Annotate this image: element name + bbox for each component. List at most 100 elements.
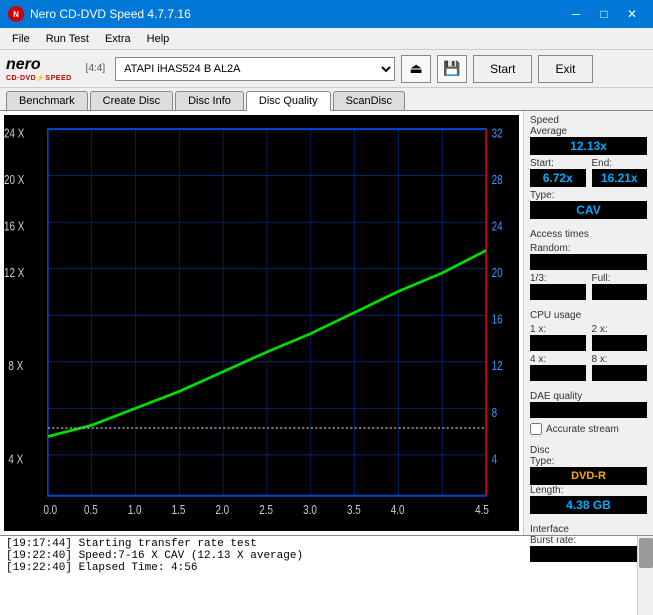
access-full-value — [592, 284, 648, 300]
svg-text:12: 12 — [492, 360, 503, 373]
minimize-button[interactable]: ─ — [563, 4, 589, 24]
disc-length-value: 4.38 GB — [530, 496, 647, 514]
start-button[interactable]: Start — [473, 55, 532, 83]
cpu-8x-label: 8 x: — [592, 354, 648, 365]
svg-text:4.5: 4.5 — [475, 504, 489, 517]
speed-average-value: 12.13x — [530, 137, 647, 155]
svg-text:3.5: 3.5 — [347, 504, 361, 517]
close-button[interactable]: ✕ — [619, 4, 645, 24]
exit-button[interactable]: Exit — [538, 55, 592, 83]
scrollbar-thumb[interactable] — [639, 538, 653, 568]
cpu-usage-title: CPU usage — [530, 310, 647, 321]
title-text: Nero CD-DVD Speed 4.7.7.16 — [30, 7, 191, 21]
access-onethird-section: 1/3: — [530, 273, 586, 300]
log-content: [19:17:44] Starting transfer rate test [… — [0, 536, 637, 615]
cpu-row-1: 1 x: 2 x: — [530, 324, 647, 351]
svg-text:32: 32 — [492, 128, 503, 141]
svg-text:28: 28 — [492, 174, 503, 187]
tab-create-disc[interactable]: Create Disc — [90, 91, 173, 110]
cpu-8x-value — [592, 365, 648, 381]
access-times-section: Access times — [530, 229, 647, 240]
dae-quality-section: DAE quality — [530, 391, 647, 418]
access-onethird-value — [530, 284, 586, 300]
svg-text:1.5: 1.5 — [172, 504, 186, 517]
speed-start-label: Start: — [530, 158, 586, 169]
disc-section: Disc Type: DVD-R Length: 4.38 GB — [530, 445, 647, 514]
disc-title: Disc — [530, 445, 647, 456]
svg-text:8 X: 8 X — [8, 360, 23, 373]
title-bar: N Nero CD-DVD Speed 4.7.7.16 ─ □ ✕ — [0, 0, 653, 28]
maximize-button[interactable]: □ — [591, 4, 617, 24]
accurate-stream-checkbox[interactable] — [530, 423, 542, 435]
nero-logo: nero CD·DVD⚡SPEED — [6, 56, 72, 82]
menu-runtest[interactable]: Run Test — [38, 31, 97, 47]
svg-text:4.0: 4.0 — [391, 504, 405, 517]
svg-text:24 X: 24 X — [4, 128, 25, 141]
title-bar-controls: ─ □ ✕ — [563, 4, 645, 24]
cpu-usage-section: CPU usage — [530, 310, 647, 321]
speed-title: Speed — [530, 115, 647, 126]
menu-file[interactable]: File — [4, 31, 38, 47]
log-line-2: [19:22:40] Elapsed Time: 4:56 — [6, 562, 631, 574]
log-line-0: [19:17:44] Starting transfer rate test — [6, 538, 631, 550]
speed-section: Speed Average 12.13x — [530, 115, 647, 155]
logo-area: nero CD·DVD⚡SPEED — [6, 56, 72, 82]
dae-quality-title: DAE quality — [530, 391, 647, 402]
svg-text:0.5: 0.5 — [84, 504, 98, 517]
svg-text:8: 8 — [492, 407, 497, 420]
cpu-2x-label: 2 x: — [592, 324, 648, 335]
tab-disc-quality[interactable]: Disc Quality — [246, 91, 331, 111]
access-random-section: Random: — [530, 243, 647, 270]
menu-extra[interactable]: Extra — [97, 31, 139, 47]
toolbar: nero CD·DVD⚡SPEED [4:4] ATAPI iHAS524 B … — [0, 50, 653, 88]
svg-text:2.0: 2.0 — [215, 504, 229, 517]
speed-average-label: Average — [530, 126, 647, 137]
cpu-2x-value — [592, 335, 648, 351]
device-select[interactable]: ATAPI iHAS524 B AL2A — [115, 57, 395, 81]
svg-text:20: 20 — [492, 267, 503, 280]
svg-text:0.0: 0.0 — [43, 504, 57, 517]
cpu-row-2: 4 x: 8 x: — [530, 354, 647, 381]
access-times-row: Random: — [530, 243, 647, 270]
accurate-stream-row: Accurate stream — [530, 423, 647, 435]
disc-type-label: Type: — [530, 456, 647, 467]
cpu-1x-value — [530, 335, 586, 351]
svg-text:3.0: 3.0 — [303, 504, 317, 517]
menu-help[interactable]: Help — [139, 31, 178, 47]
log-scrollbar[interactable] — [637, 536, 653, 615]
log-area: [19:17:44] Starting transfer rate test [… — [0, 535, 653, 615]
svg-text:4 X: 4 X — [8, 453, 23, 466]
access-full-label: Full: — [592, 273, 648, 284]
tabs: Benchmark Create Disc Disc Info Disc Qua… — [0, 88, 653, 111]
access-times-title: Access times — [530, 229, 647, 240]
cpu-1x-label: 1 x: — [530, 324, 586, 335]
tab-benchmark[interactable]: Benchmark — [6, 91, 88, 110]
cpu-4x-value — [530, 365, 586, 381]
access-full-section: Full: — [592, 273, 648, 300]
access-random-label: Random: — [530, 243, 647, 254]
speed-type-value: CAV — [530, 201, 647, 219]
chart-svg: 24 X 20 X 16 X 12 X 8 X 4 X 32 28 24 20 … — [4, 115, 519, 531]
svg-text:16: 16 — [492, 314, 503, 327]
speed-end-value: 16.21x — [592, 169, 648, 187]
device-bracket: [4:4] — [86, 63, 105, 74]
title-bar-left: N Nero CD-DVD Speed 4.7.7.16 — [8, 6, 191, 22]
tab-scandisc[interactable]: ScanDisc — [333, 91, 405, 110]
chart-area: 24 X 20 X 16 X 12 X 8 X 4 X 32 28 24 20 … — [4, 115, 519, 531]
svg-text:24: 24 — [492, 221, 503, 234]
speed-type-label: Type: — [530, 190, 647, 201]
speed-start-section: Start: 6.72x — [530, 158, 586, 187]
disc-length-label: Length: — [530, 485, 647, 496]
speed-end-section: End: 16.21x — [592, 158, 648, 187]
accurate-stream-label: Accurate stream — [546, 424, 619, 435]
eject-button[interactable]: ⏏ — [401, 55, 431, 83]
app-icon: N — [8, 6, 24, 22]
tab-disc-info[interactable]: Disc Info — [175, 91, 244, 110]
svg-text:4: 4 — [492, 453, 497, 466]
interface-title: Interface — [530, 524, 647, 535]
menu-bar: File Run Test Extra Help — [0, 28, 653, 50]
cpu-4x-label: 4 x: — [530, 354, 586, 365]
svg-text:20 X: 20 X — [4, 174, 25, 187]
save-button[interactable]: 💾 — [437, 55, 467, 83]
right-panel: Speed Average 12.13x Start: 6.72x End: 1… — [523, 111, 653, 535]
